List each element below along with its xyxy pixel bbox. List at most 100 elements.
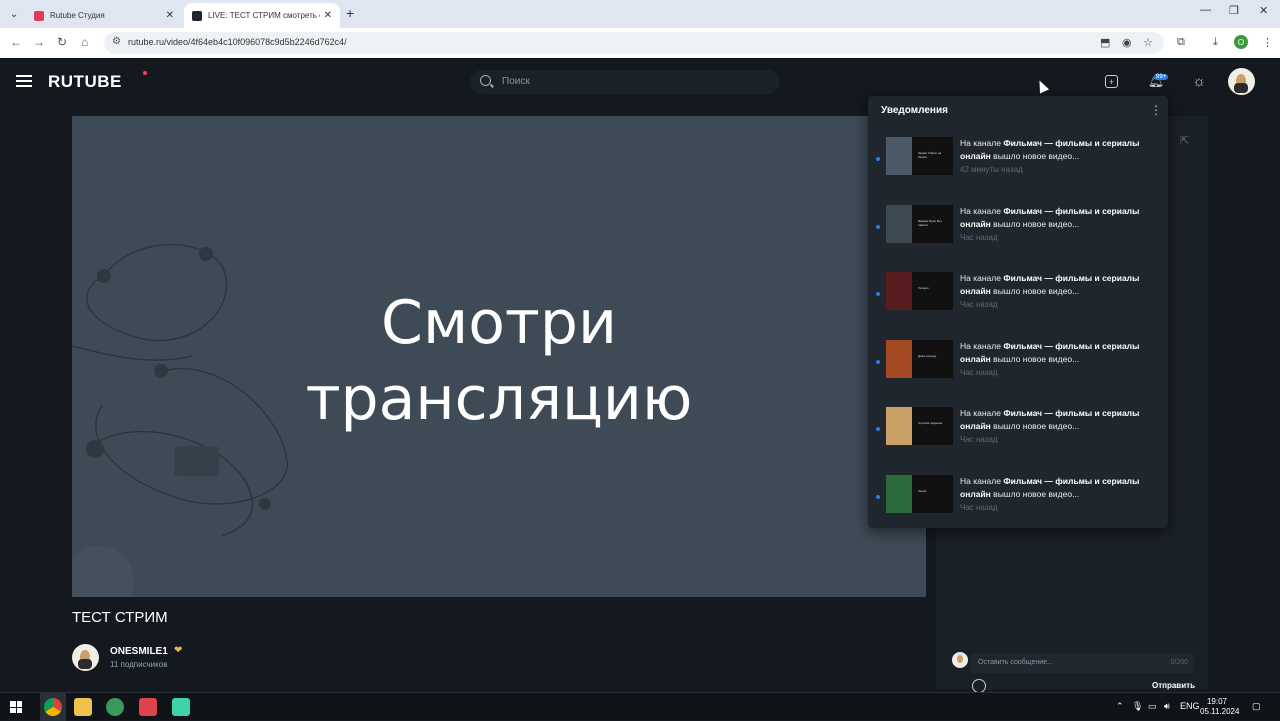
poster-image xyxy=(886,137,912,175)
rutube-logo[interactable]: RUTUBE xyxy=(48,72,122,92)
notification-text: На канале Фильмач — фильмы и сериалы онл… xyxy=(960,137,1150,163)
chat-message-input[interactable]: Оставить сообщение... 0/200 xyxy=(970,653,1194,673)
unread-dot xyxy=(876,292,880,296)
notification-text: На канале Фильмач — фильмы и сериалы онл… xyxy=(960,407,1150,433)
notification-item[interactable]: Лепка На канале Фильмач — фильмы и сериал… xyxy=(868,474,1168,535)
notification-count-badge: 99+ xyxy=(1154,74,1169,80)
notification-item[interactable]: Варвар Бумс Без памяти На канале Фильмач … xyxy=(868,204,1168,265)
notification-suffix: вышло новое видео... xyxy=(990,421,1080,431)
unread-dot xyxy=(876,427,880,431)
notification-item[interactable]: Хилари На канале Фильмач — фильмы и сериа… xyxy=(868,272,1168,332)
video-thumbnail: Хилари xyxy=(886,272,953,310)
heart-icon: ❤ xyxy=(174,645,183,656)
app-green-icon[interactable] xyxy=(106,698,124,716)
extensions-icon[interactable]: ⧉ xyxy=(1177,36,1185,49)
notification-prefix: На канале xyxy=(960,408,1004,418)
close-window-icon[interactable]: ✕ xyxy=(1259,4,1268,17)
address-bar[interactable]: ⚙ rutube.ru/video/4f64eb4c10f096078c9d5b… xyxy=(104,32,1164,54)
restore-icon[interactable]: ❐ xyxy=(1229,4,1239,17)
url-text: rutube.ru/video/4f64eb4c10f096078c9d5b22… xyxy=(128,37,347,47)
search-icon xyxy=(480,75,491,86)
unread-dot xyxy=(876,224,880,229)
thumbnail-caption: Захват Райли на Земле xyxy=(918,151,942,159)
poster-image xyxy=(886,204,912,243)
notification-prefix: На канале xyxy=(960,475,1004,486)
clock-time: 19:07 xyxy=(1206,697,1228,706)
menu-burger-icon[interactable] xyxy=(16,75,32,87)
network-icon[interactable]: ▭ xyxy=(1148,701,1157,712)
notification-suffix: вышло новое видео... xyxy=(990,151,1080,161)
notification-text: На канале Фильмач — фильмы и сериалы онл… xyxy=(960,205,1150,231)
notification-time: Час назад xyxy=(960,300,998,309)
unread-dot xyxy=(876,157,880,161)
app-teal-icon[interactable] xyxy=(172,698,190,716)
notification-item[interactable]: Захват Райли на Земле На канале Фильмач —… xyxy=(868,137,1168,197)
browser-menu-icon[interactable]: ⋮ xyxy=(1262,36,1273,49)
notification-suffix: вышло новое видео... xyxy=(990,488,1080,499)
windows-start-icon[interactable] xyxy=(10,701,22,713)
tab-rutube-studio[interactable]: Rutube Студия ✕ xyxy=(26,3,182,28)
video-thumbnail: Лепка xyxy=(886,474,953,513)
video-thumbnail: Горячая подмена xyxy=(886,407,953,445)
player-text-line2: трансляцию xyxy=(305,364,693,434)
tray-expand-icon[interactable]: ⌃ xyxy=(1116,701,1124,712)
theme-sun-icon[interactable]: ☼ xyxy=(1191,73,1207,90)
tab-search-dropdown-icon[interactable]: ⌄ xyxy=(4,4,24,24)
thumbnail-caption: Горячая подмена xyxy=(918,421,943,425)
thumbnail-caption: Лепка xyxy=(918,488,927,493)
forward-icon[interactable]: → xyxy=(33,35,45,49)
notification-text: На канале Фильмач — фильмы и сериалы онл… xyxy=(960,475,1150,501)
notification-text: На канале Фильмач — фильмы и сериалы онл… xyxy=(960,340,1150,366)
action-center-icon[interactable]: ▢ xyxy=(1252,701,1261,712)
profile-icon[interactable]: O xyxy=(1234,35,1248,49)
home-icon[interactable]: ⌂ xyxy=(81,35,88,49)
reload-icon[interactable]: ↻ xyxy=(57,35,67,49)
notification-prefix: На канале xyxy=(960,340,1004,351)
unread-dot xyxy=(876,359,880,364)
video-player[interactable]: Смотри трансляцию xyxy=(72,116,926,597)
thumbnail-caption: Варвар Бумс Без памяти xyxy=(918,218,942,227)
notification-time: Час назад xyxy=(960,435,998,444)
video-thumbnail: Варвар Бумс Без памяти xyxy=(886,204,953,243)
poster-image xyxy=(886,339,912,378)
channel-name[interactable]: ONESMILE1 xyxy=(110,646,168,657)
emoji-icon[interactable] xyxy=(972,679,986,693)
new-tab-icon[interactable]: + xyxy=(346,5,354,21)
minimize-icon[interactable]: — xyxy=(1200,4,1211,16)
microphone-icon[interactable]: 🎙︎ xyxy=(1132,701,1143,712)
thumbnail-caption: Хилари xyxy=(918,286,929,290)
send-button[interactable]: Отправить xyxy=(1152,681,1195,690)
notification-item[interactable]: Даже вперед На канале Фильмач — фильмы и … xyxy=(868,339,1168,400)
more-options-icon[interactable]: ⋮ xyxy=(1150,103,1162,117)
tab-title: Rutube Студия xyxy=(50,11,105,20)
back-icon[interactable]: ← xyxy=(10,35,22,49)
notification-time: Час назад xyxy=(960,232,998,242)
site-info-icon[interactable]: ⚙ xyxy=(112,36,121,47)
install-app-icon[interactable]: ⬒ xyxy=(1100,36,1110,49)
volume-icon[interactable]: 🔊︎ xyxy=(1164,701,1170,712)
close-tab-icon[interactable]: ✕ xyxy=(324,10,332,21)
notification-prefix: На канале xyxy=(960,138,1004,148)
tab-title: LIVE: ТЕСТ СТРИМ смотреть он... xyxy=(208,11,320,20)
download-icon[interactable]: ⤓ xyxy=(1213,36,1218,49)
unread-dot xyxy=(876,494,880,499)
chat-user-avatar xyxy=(952,652,968,668)
bookmark-star-icon[interactable]: ☆ xyxy=(1143,36,1153,49)
file-explorer-icon[interactable] xyxy=(74,698,92,716)
chrome-app-icon[interactable] xyxy=(44,698,62,716)
external-link-icon[interactable]: ⇱ xyxy=(1180,134,1189,147)
notification-suffix: вышло новое видео... xyxy=(990,286,1080,296)
language-indicator[interactable]: ENG xyxy=(1180,701,1200,711)
tab-live-stream[interactable]: LIVE: ТЕСТ СТРИМ смотреть он... ✕ xyxy=(184,3,340,28)
channel-avatar[interactable] xyxy=(72,644,99,671)
user-avatar[interactable] xyxy=(1228,68,1255,95)
tracking-eye-icon[interactable]: ◉ xyxy=(1122,36,1132,49)
app-red-icon[interactable] xyxy=(139,698,157,716)
rutube-favicon-icon xyxy=(34,10,44,21)
close-tab-icon[interactable]: ✕ xyxy=(166,10,174,21)
upload-icon[interactable]: + xyxy=(1105,75,1118,88)
search-input[interactable]: Поиск xyxy=(470,70,780,94)
clock[interactable]: 19:07 05.11.2024 xyxy=(1200,697,1239,717)
notification-item[interactable]: Горячая подмена На канале Фильмач — фильм… xyxy=(868,407,1168,467)
thumbnail-caption: Даже вперед xyxy=(918,353,937,358)
